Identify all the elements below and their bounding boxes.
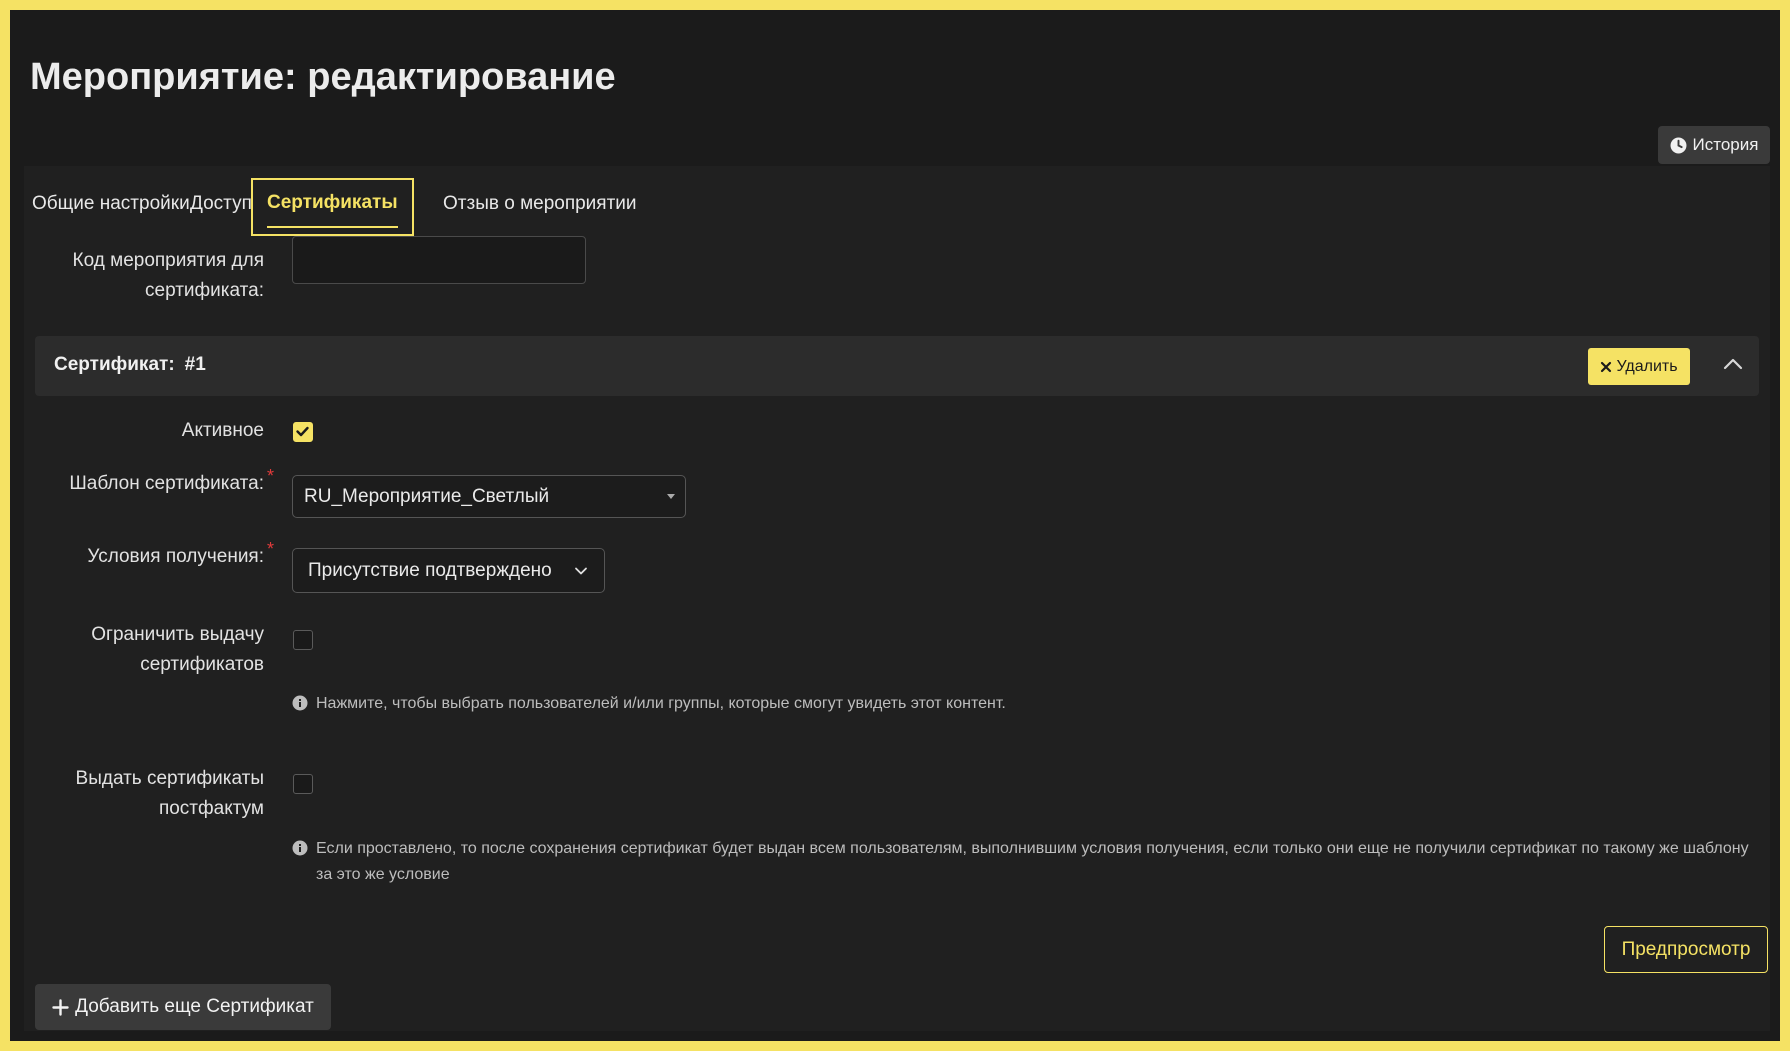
tab-active-underline <box>267 226 398 228</box>
caret-down-icon <box>667 494 675 499</box>
page-title: Мероприятие: редактирование <box>30 56 616 98</box>
add-certificate-button[interactable]: Добавить еще Сертификат <box>35 984 331 1030</box>
limit-checkbox[interactable] <box>293 630 313 650</box>
limit-hint: Нажмите, чтобы выбрать пользователей и/и… <box>292 691 1732 717</box>
limit-hint-text: Нажмите, чтобы выбрать пользователей и/и… <box>316 695 1006 712</box>
postfactum-checkbox[interactable] <box>293 774 313 794</box>
info-icon <box>292 695 308 711</box>
delete-certificate-button[interactable]: Удалить <box>1588 348 1690 385</box>
template-select-value: RU_Мероприятие_Светлый <box>304 486 550 507</box>
postfactum-hint-text: Если проставлено, то после сохранения се… <box>316 840 1749 883</box>
tab-certificates[interactable]: Сертификаты <box>251 178 414 236</box>
event-code-label: Код мероприятия для сертификата: <box>72 250 264 301</box>
conditions-select-value: Присутствие подтверждено <box>308 560 552 581</box>
history-button[interactable]: История <box>1658 126 1770 164</box>
template-select[interactable]: RU_Мероприятие_Светлый <box>292 475 686 518</box>
template-required-mark: * <box>267 466 275 486</box>
certificate-header: Сертификат: #1 Удалить <box>35 336 1759 396</box>
chevron-up-icon[interactable] <box>1721 352 1745 376</box>
tab-access[interactable]: Доступ <box>190 184 252 234</box>
tab-event-feedback[interactable]: Отзыв о мероприятии <box>443 184 637 234</box>
check-icon <box>296 426 309 437</box>
plus-icon <box>52 998 69 1016</box>
template-label: Шаблон сертификата: <box>69 473 264 494</box>
chevron-down-icon <box>575 567 587 575</box>
active-label: Активное <box>181 420 264 441</box>
add-certificate-label: Добавить еще Сертификат <box>75 996 314 1017</box>
limit-label: Ограничить выдачу сертификатов <box>91 624 264 675</box>
conditions-select[interactable]: Присутствие подтверждено <box>292 548 605 593</box>
close-icon <box>1601 361 1612 372</box>
conditions-required-mark: * <box>267 539 275 559</box>
info-icon <box>292 840 308 856</box>
certificate-number: #1 <box>184 354 206 375</box>
certificate-title: Сертификат: #1 <box>54 354 206 376</box>
postfactum-label: Выдать сертификаты постфактум <box>75 768 264 819</box>
history-label: История <box>1692 135 1759 154</box>
delete-label: Удалить <box>1616 357 1678 375</box>
conditions-label: Условия получения: <box>87 546 264 567</box>
active-checkbox[interactable] <box>293 422 313 442</box>
clock-icon <box>1670 137 1686 153</box>
tab-certificates-label: Сертификаты <box>267 192 398 213</box>
certificate-title-label: Сертификат: <box>54 354 175 375</box>
page-frame: Мероприятие: редактирование История Общи… <box>10 10 1780 1041</box>
content-panel: Общие настройки Доступ Сертификаты Отзыв… <box>24 166 1770 1031</box>
event-code-input[interactable] <box>292 236 586 284</box>
preview-button[interactable]: Предпросмотр <box>1604 926 1768 973</box>
postfactum-hint: Если проставлено, то после сохранения се… <box>292 836 1762 888</box>
tab-general-settings[interactable]: Общие настройки <box>32 184 190 234</box>
